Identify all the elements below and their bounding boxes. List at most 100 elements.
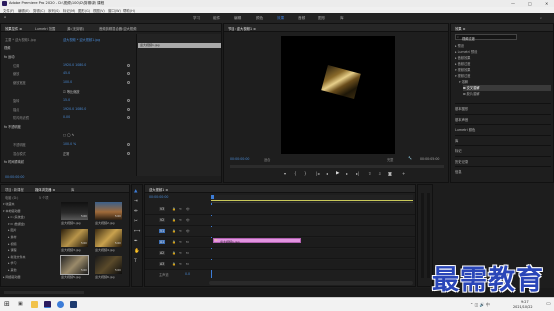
keyframe-toggle-icon[interactable] — [127, 72, 130, 76]
effects-search-input[interactable]: ⌕ 视频过渡 — [455, 34, 517, 41]
folder-tree-item[interactable]: ▸ 图片 — [8, 228, 16, 232]
sync-icon[interactable]: ⟲ — [179, 251, 182, 255]
timeline-scrollbar[interactable] — [209, 281, 413, 285]
taskbar-clock-date[interactable]: 2021/10/22 — [513, 305, 533, 309]
keyframe-toggle-icon[interactable] — [127, 63, 130, 67]
keyframe-toggle-icon[interactable] — [127, 116, 130, 120]
file-explorer-icon[interactable] — [31, 301, 38, 308]
folder-tree-item[interactable]: ▸ 课程 — [8, 248, 16, 252]
tab-timeline-sequence[interactable]: 迎大视频1 ≡ — [149, 187, 168, 192]
lock-icon[interactable]: 🔒 — [172, 229, 176, 233]
timeline-ruler[interactable] — [211, 195, 413, 203]
lock-icon[interactable]: 🔒 — [172, 251, 176, 255]
mute-icon[interactable]: M — [186, 240, 189, 244]
side-section-header[interactable]: 标记 — [455, 145, 551, 154]
workspace-effects[interactable]: 效果 — [277, 16, 284, 21]
effects-tree-item[interactable]: ▾ 视频过渡 — [455, 73, 551, 79]
task-view-icon[interactable]: ▣ — [18, 301, 23, 307]
maximize-button[interactable]: □ — [528, 1, 532, 6]
folder-tree-item[interactable]: ▸ 素材 — [8, 235, 16, 239]
home-icon[interactable]: ⌂ — [4, 15, 6, 19]
effects-tree-item[interactable]: ▸ 预设 — [455, 43, 551, 49]
track-label[interactable]: V3 — [159, 207, 166, 211]
effect-property-value[interactable]: 100.0 % — [63, 142, 76, 146]
track-select-tool-icon[interactable]: ⇥ — [134, 199, 138, 204]
step-back-icon[interactable]: |◂ — [316, 171, 319, 176]
tab-media-browser[interactable]: 媒体浏览器 ≡ — [35, 187, 55, 192]
media-file-item[interactable]: 迎大视频6.jpg 5:00 — [95, 256, 127, 282]
mark-out-icon[interactable]: { — [294, 171, 297, 176]
slip-tool-icon[interactable]: ⟷ — [134, 229, 140, 234]
go-to-out-icon[interactable]: ▸| — [356, 171, 359, 176]
hand-tool-icon[interactable]: ✋ — [134, 249, 140, 254]
folder-tree-item[interactable]: ▾ 本地驱动器 — [3, 209, 20, 213]
keyframe-toggle-icon[interactable] — [127, 98, 130, 102]
media-file-item[interactable]: 迎大视频2.jpg 5:00 — [95, 202, 127, 228]
minimize-button[interactable]: — — [511, 1, 515, 6]
search-icon[interactable]: ⌕ — [540, 16, 542, 20]
workspace-graphics[interactable]: 图形 — [318, 16, 325, 21]
effect-property-value[interactable]: 15.0 — [63, 98, 70, 102]
workspace-assembly[interactable]: 组件 — [213, 16, 220, 21]
media-file-item[interactable]: 迎大视频3.jpg 5:00 — [61, 229, 93, 255]
side-section-header[interactable]: 信息 — [455, 166, 551, 175]
wrench-icon[interactable]: 🔧 — [408, 156, 412, 160]
effect-property-name[interactable]: fx 不透明度 — [4, 124, 21, 129]
effect-property-value[interactable]: 正常 — [63, 151, 69, 156]
lock-icon[interactable]: 🔒 — [172, 218, 176, 222]
taskbar-clock-time[interactable]: 9:27 — [521, 300, 529, 304]
razor-tool-icon[interactable]: ✂ — [134, 219, 138, 224]
effect-property-value[interactable]: 45.0 — [63, 71, 70, 75]
eye-icon[interactable]: 👁 — [186, 207, 190, 211]
keyframe-toggle-icon[interactable] — [127, 151, 130, 155]
folder-tree-item[interactable]: ▾ 收藏夹 — [3, 202, 14, 206]
playhead-marker[interactable] — [211, 195, 214, 199]
browser-path[interactable]: 电脑 (D:) — [5, 195, 18, 200]
tab-project[interactable]: 项目: 新课程 — [5, 187, 24, 192]
timeline-clip[interactable]: 迎大视频1.jpg fx — [213, 238, 301, 244]
effect-property-value[interactable]: 1920.0 1080.0 — [63, 63, 86, 67]
track-label[interactable]: A2 — [159, 251, 166, 255]
mute-icon[interactable]: M — [186, 251, 189, 255]
close-button[interactable]: ✕ — [545, 1, 548, 6]
tab-effect-controls[interactable]: 效果控件 ≡ — [5, 26, 22, 31]
effect-property-value[interactable]: 0.00 — [63, 115, 70, 119]
lock-icon[interactable]: 🔒 — [172, 207, 176, 211]
export-frame-icon[interactable]: ◙ — [388, 171, 392, 176]
tab-source[interactable]: 源:(无剪辑) — [67, 26, 84, 31]
play-icon[interactable]: ▶ — [336, 171, 339, 176]
effects-tree-item[interactable]: ⊠ 胶片溶解 — [463, 91, 551, 97]
sync-icon[interactable]: ⟲ — [179, 207, 182, 211]
pen-tool-icon[interactable]: ✒ — [134, 239, 138, 244]
sync-icon[interactable]: ⟲ — [179, 262, 182, 266]
fit-dropdown[interactable]: 适合 — [264, 157, 270, 162]
side-section-header[interactable]: 基本图形 — [455, 103, 551, 112]
timeline-timecode[interactable]: 00:00:00:00 — [149, 195, 168, 199]
media-file-item[interactable]: 迎大视频1.jpg 5:00 — [61, 202, 93, 228]
effect-property-value[interactable]: 1920.0 1080.0 — [63, 107, 86, 111]
program-timecode-left[interactable]: 00:00:00:00 — [230, 157, 249, 161]
lock-icon[interactable]: 🔒 — [172, 262, 176, 266]
add-button-icon[interactable]: + — [402, 171, 405, 176]
folder-tree-item[interactable]: ▸ 其他 — [8, 268, 16, 272]
effects-panel-title[interactable]: 效果 ≡ — [455, 26, 465, 31]
side-section-header[interactable]: 历史记录 — [455, 155, 551, 165]
quality-dropdown[interactable]: 完整 — [387, 157, 393, 162]
track-label[interactable]: V2 — [159, 218, 166, 222]
mute-icon[interactable]: M — [186, 262, 189, 266]
track-label[interactable]: V1 — [159, 229, 166, 233]
folder-tree-item[interactable]: ▸ 学习 — [8, 261, 16, 265]
lock-icon[interactable]: 🔒 — [172, 240, 176, 244]
folder-tree-item[interactable]: ▸ 网络驱动器 — [3, 275, 20, 279]
effect-controls-timecode[interactable]: 00:00:00:00 — [5, 175, 24, 179]
effect-property-value[interactable]: 100.0 — [63, 80, 72, 84]
side-section-header[interactable]: 基本声音 — [455, 113, 551, 123]
media-encoder-taskbar-icon[interactable] — [70, 301, 77, 308]
effect-property-name[interactable]: fx 运动 — [4, 54, 14, 59]
keyframe-toggle-icon[interactable] — [127, 107, 130, 111]
extract-icon[interactable]: ⇩ — [378, 171, 381, 176]
sync-icon[interactable]: ⟲ — [179, 240, 182, 244]
workspace-color[interactable]: 颜色 — [256, 16, 263, 21]
folder-tree-item[interactable]: ▸ C (系统盘) — [8, 215, 25, 219]
effects-tree-item[interactable]: ▾ 溶解 — [459, 79, 551, 85]
